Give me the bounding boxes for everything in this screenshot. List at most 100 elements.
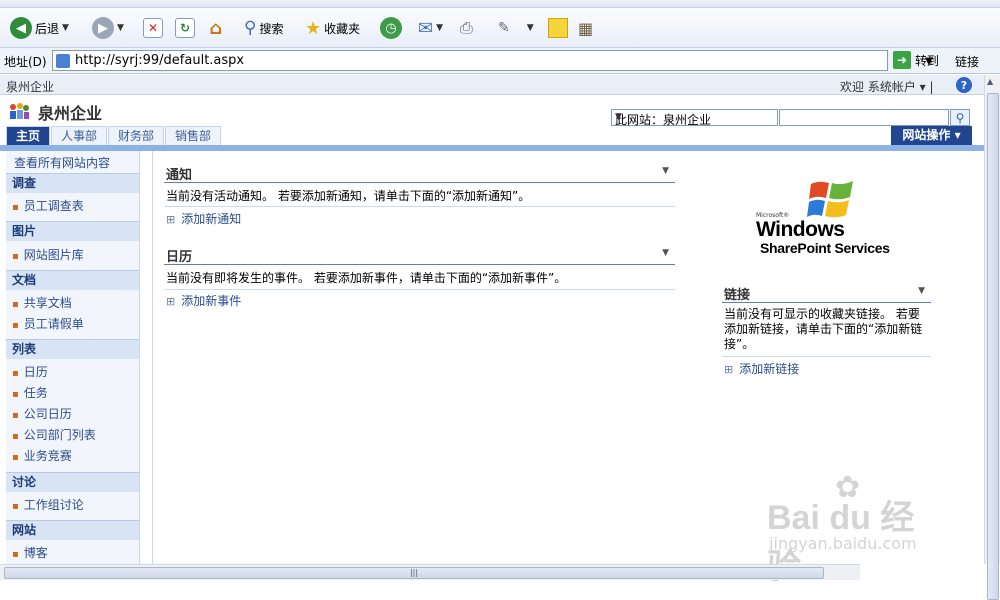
search-scope-select[interactable]: 此网站：泉州企业 ▼ (611, 109, 778, 127)
print-button[interactable]: ⎙ (460, 16, 473, 40)
chevron-down-icon: ▼ (436, 23, 444, 33)
nav-group-lists[interactable]: 列表 (6, 339, 139, 359)
back-button[interactable]: ◀ 后退 ▼ (10, 16, 69, 40)
nav-group-discussions[interactable]: 讨论 (6, 472, 139, 492)
quick-launch: 查看所有网站内容 调查 员工调查表 图片 网站图片库 文档 共享文档 员工请假单… (6, 151, 140, 566)
go-label: 转到 (915, 53, 940, 68)
nav-item-employee-survey[interactable]: 员工调查表 (12, 197, 84, 214)
welcome-menu[interactable]: 欢迎 系统帐户 ▾ | (840, 78, 934, 95)
calendar-title[interactable]: 日历 (166, 246, 192, 265)
research-icon: ▦ (578, 18, 594, 38)
site-breadcrumb[interactable]: 泉州企业 (6, 78, 54, 95)
nav-group-pictures[interactable]: 图片 (6, 221, 139, 241)
add-event-link[interactable]: 添加新事件 (166, 292, 241, 309)
horizontal-scroll-thumb[interactable]: ||| (4, 567, 824, 579)
vertical-scroll-thumb[interactable] (987, 93, 999, 600)
address-input[interactable]: http://syrj:99/default.aspx ▼ (52, 50, 933, 71)
divider (164, 289, 675, 290)
horizontal-scrollbar[interactable]: ||| (0, 564, 860, 580)
refresh-button[interactable]: ↻ (175, 16, 195, 40)
edit-button[interactable]: ✎ ▼ (498, 16, 534, 40)
forward-button[interactable]: ▶ ▼ (92, 16, 124, 40)
note-icon (548, 18, 568, 38)
help-icon[interactable]: ? (956, 77, 972, 93)
mail-icon: ✉ (418, 17, 434, 39)
chevron-down-icon[interactable]: ▼ (918, 286, 925, 296)
address-label: 地址(D) (4, 55, 47, 69)
view-all-content-link[interactable]: 查看所有网站内容 (14, 154, 110, 171)
tab-sales[interactable]: 销售部 (165, 126, 222, 145)
sharepoint-services-wordmark: SharePoint Services (760, 240, 890, 256)
search-button[interactable]: ⚲ 搜索 (244, 16, 283, 40)
refresh-icon: ↻ (175, 18, 195, 38)
tab-finance[interactable]: 财务部 (108, 126, 165, 145)
mail-button[interactable]: ✉ ▼ (418, 16, 443, 40)
address-bar: 地址(D) http://syrj:99/default.aspx ▼ ➜ 转到… (0, 48, 1000, 74)
favorites-label: 收藏夹 (324, 21, 361, 36)
chevron-down-icon: ▼ (62, 23, 69, 33)
page-icon (56, 54, 70, 68)
nav-item-calendar[interactable]: 日历 (12, 363, 48, 380)
windows-sharepoint-logo: Microsoft® Windows SharePoint Services (754, 178, 914, 258)
global-breadcrumb-bar: 泉州企业 欢迎 系统帐户 ▾ | ? (0, 75, 984, 95)
announcements-empty-text: 当前没有活动通知。 若要添加新通知，请单击下面的“添加新通知”。 (166, 189, 531, 203)
top-nav-tabs: 主页 人事部 财务部 销售部 (6, 126, 222, 145)
back-arrow-icon: ◀ (10, 17, 32, 39)
nav-group-documents[interactable]: 文档 (6, 270, 139, 290)
links-title[interactable]: 链接 (724, 284, 750, 303)
nav-item-shared-documents[interactable]: 共享文档 (12, 294, 72, 311)
calendar-webpart-title: 日历 ▼ (164, 245, 675, 265)
search-label: 搜索 (259, 21, 284, 36)
tab-home[interactable]: 主页 (6, 126, 51, 145)
history-button[interactable]: ◷ (380, 16, 402, 40)
nav-group-sites[interactable]: 网站 (6, 520, 139, 540)
go-button[interactable]: ➜ 转到 (893, 51, 939, 69)
back-label: 后退 (35, 21, 60, 36)
chevron-down-icon: ▼ (117, 23, 124, 33)
nav-item-tasks[interactable]: 任务 (12, 384, 48, 401)
nav-item-business-contest[interactable]: 业务竞赛 (12, 447, 72, 464)
nav-item-picture-library[interactable]: 网站图片库 (12, 246, 84, 263)
chevron-down-icon: ▼ (526, 23, 534, 33)
divider (722, 356, 931, 357)
nav-item-company-calendar[interactable]: 公司日历 (12, 405, 72, 422)
divider (164, 206, 675, 207)
add-announcement-link[interactable]: 添加新通知 (166, 210, 241, 227)
search-icon: ⚲ (955, 110, 965, 125)
chevron-down-icon: ▼ (615, 112, 622, 122)
tab-hr[interactable]: 人事部 (51, 126, 108, 145)
site-title[interactable]: 泉州企业 (38, 100, 102, 124)
add-link-link[interactable]: 添加新链接 (724, 360, 799, 377)
home-button[interactable]: ⌂ (206, 16, 226, 40)
search-input[interactable] (779, 109, 949, 126)
chevron-down-icon[interactable]: ▼ (662, 248, 669, 258)
nav-group-surveys[interactable]: 调查 (6, 173, 139, 193)
nav-item-blog[interactable]: 博客 (12, 544, 48, 561)
windows-flag-icon (807, 181, 853, 218)
search-icon: ⚲ (244, 18, 257, 38)
vertical-scrollbar[interactable]: ▲ (984, 75, 1000, 600)
favorites-button[interactable]: ★ 收藏夹 (305, 16, 360, 40)
nav-item-team-discussion[interactable]: 工作组讨论 (12, 496, 84, 513)
go-arrow-icon: ➜ (893, 51, 911, 69)
links-toolbar-button[interactable]: 链接 (955, 53, 979, 70)
research-button[interactable]: ▦ (578, 16, 593, 40)
address-url: http://syrj:99/default.aspx (75, 53, 245, 68)
history-icon: ◷ (380, 17, 402, 39)
search-go-button[interactable]: ⚲ (950, 109, 970, 126)
star-icon: ★ (305, 17, 322, 39)
windows-wordmark: Windows (756, 218, 845, 241)
nav-item-department-list[interactable]: 公司部门列表 (12, 426, 96, 443)
links-webpart-title: 链接 ▼ (722, 283, 931, 303)
forward-arrow-icon: ▶ (92, 17, 114, 39)
chevron-down-icon[interactable]: ▼ (662, 166, 669, 176)
scroll-up-icon[interactable]: ▲ (987, 77, 993, 86)
home-icon: ⌂ (209, 17, 223, 39)
announcements-webpart-title: 通知 ▼ (164, 163, 675, 183)
site-logo-icon (10, 103, 29, 119)
nav-item-leave-forms[interactable]: 员工请假单 (12, 315, 84, 332)
site-actions-menu[interactable]: 网站操作 ▾ (891, 126, 972, 145)
stop-button[interactable]: ✕ (143, 16, 163, 40)
announcements-title[interactable]: 通知 (166, 164, 192, 183)
discuss-button[interactable] (548, 16, 568, 40)
